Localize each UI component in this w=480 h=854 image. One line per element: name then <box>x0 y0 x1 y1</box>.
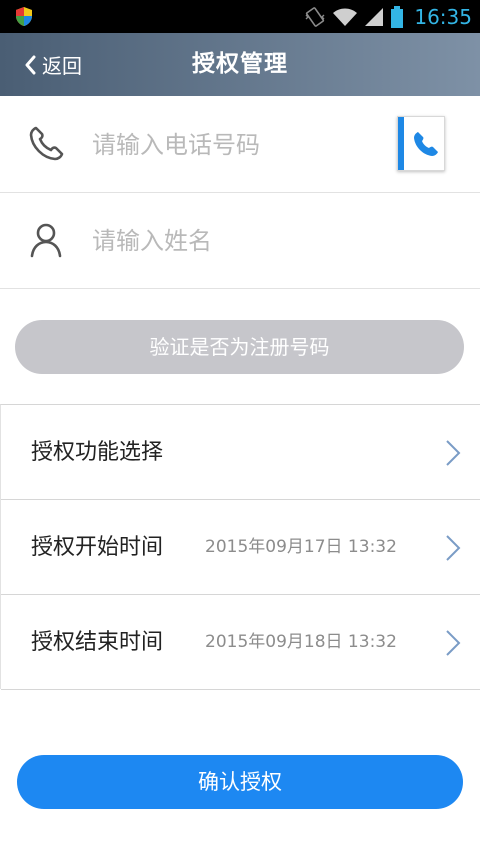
start-time-value: 2015年09月17日 13:32 <box>205 537 397 557</box>
contact-picker-button[interactable] <box>397 116 445 171</box>
back-button[interactable]: 返回 <box>24 33 82 96</box>
chevron-right-icon <box>446 440 461 466</box>
clock-time: 16:35 <box>414 4 472 29</box>
setting-label: 授权功能选择 <box>31 440 164 465</box>
vibrate-icon <box>305 6 325 27</box>
function-select-row[interactable]: 授权功能选择 <box>1 405 480 500</box>
setting-label: 授权开始时间 <box>31 535 164 560</box>
name-row <box>0 193 480 289</box>
contact-phone-icon <box>414 132 438 156</box>
authorization-settings-list: 授权功能选择 授权开始时间 2015年09月17日 13:32 授权结束时间 2… <box>0 404 480 690</box>
contact-picker-accent <box>398 117 404 170</box>
wifi-icon <box>333 8 358 26</box>
battery-icon <box>391 5 404 28</box>
setting-label: 授权结束时间 <box>31 630 164 655</box>
person-icon <box>30 223 62 258</box>
confirm-authorization-button[interactable]: 确认授权 <box>17 755 463 809</box>
verify-registered-button[interactable]: 验证是否为注册号码 <box>15 320 464 374</box>
start-time-row[interactable]: 授权开始时间 2015年09月17日 13:32 <box>1 500 480 595</box>
name-input[interactable] <box>92 215 382 267</box>
chevron-right-icon <box>446 630 461 656</box>
end-time-value: 2015年09月18日 13:32 <box>205 632 397 652</box>
signal-icon <box>365 7 384 26</box>
phone-icon <box>29 126 64 161</box>
back-label: 返回 <box>42 54 82 78</box>
chevron-left-icon <box>25 55 36 74</box>
shield-icon <box>16 7 32 26</box>
title-bar: 返回 授权管理 <box>0 33 480 96</box>
phone-input[interactable] <box>92 119 382 171</box>
chevron-right-icon <box>446 535 461 561</box>
status-bar: 16:35 <box>0 0 480 33</box>
end-time-row[interactable]: 授权结束时间 2015年09月18日 13:32 <box>1 595 480 690</box>
